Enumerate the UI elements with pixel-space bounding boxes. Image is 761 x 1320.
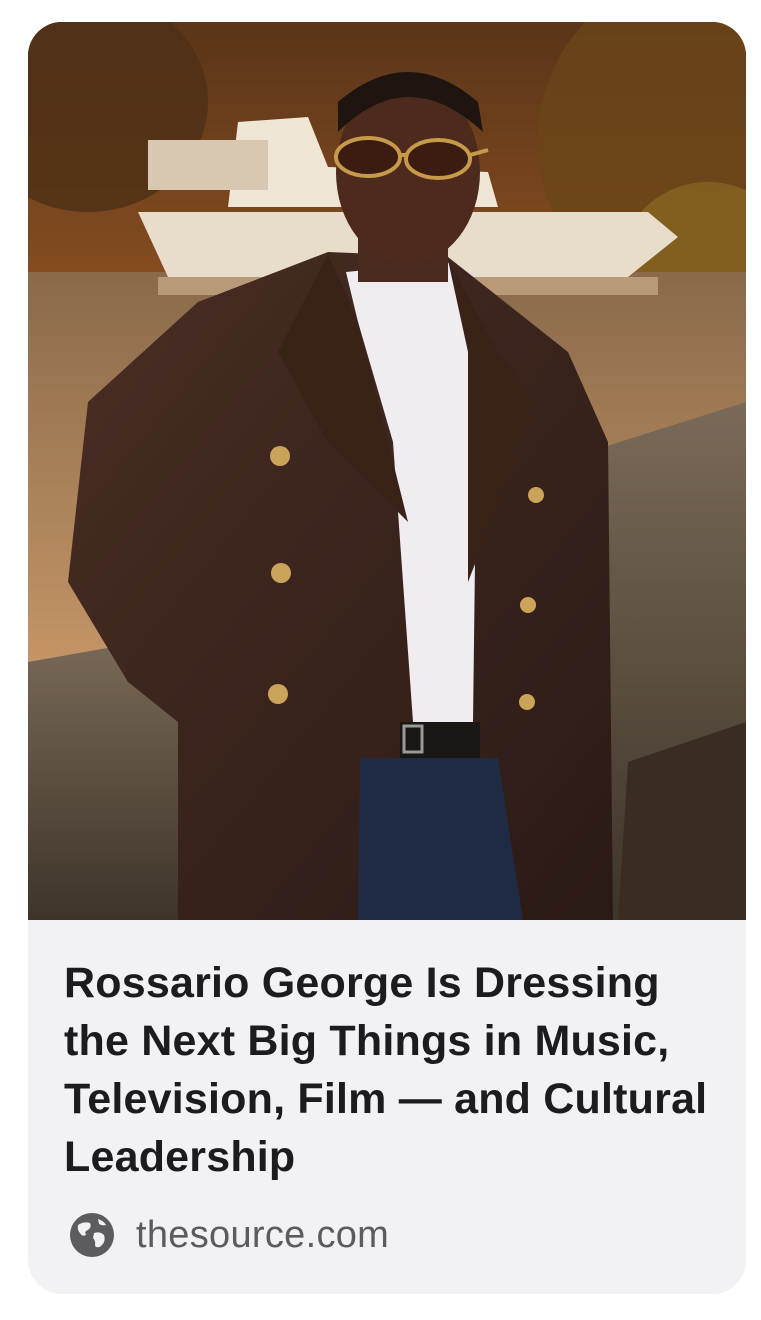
source-domain: thesource.com xyxy=(136,1213,390,1256)
globe-icon xyxy=(68,1211,116,1259)
link-preview-card[interactable]: Rossario George Is Dressing the Next Big… xyxy=(28,22,746,1294)
preview-caption[interactable]: Rossario George Is Dressing the Next Big… xyxy=(28,920,746,1294)
source-row: thesource.com xyxy=(68,1210,389,1260)
preview-image[interactable] xyxy=(28,22,746,920)
article-title: Rossario George Is Dressing the Next Big… xyxy=(64,959,708,1181)
photo-illustration xyxy=(28,22,746,920)
